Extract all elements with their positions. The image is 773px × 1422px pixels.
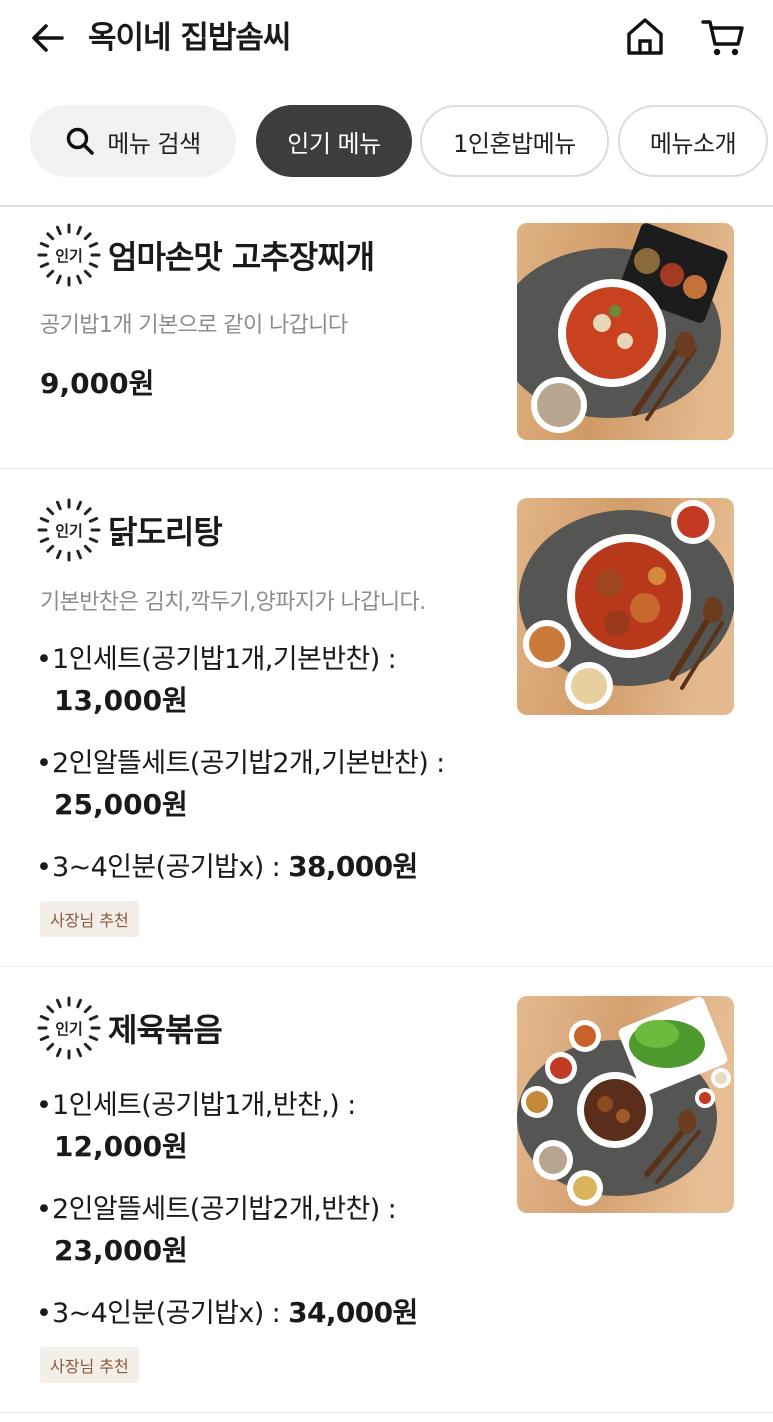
- back-arrow-icon[interactable]: [28, 18, 68, 58]
- menu-search-button[interactable]: 메뉴 검색: [30, 105, 236, 177]
- option-line: •2인알뜰세트(공기밥2개,기본반찬) :: [36, 748, 445, 779]
- option-text: 3~4인분(공기밥x) :: [52, 852, 289, 883]
- tab-menu-intro[interactable]: 메뉴소개: [618, 105, 768, 177]
- owner-recommend-tag: 사장님 추천: [40, 901, 139, 937]
- option-price: 34,000원: [288, 1296, 418, 1329]
- store-title: 옥이네 집밥솜씨: [88, 20, 291, 56]
- menu-search-label: 메뉴 검색: [107, 129, 201, 158]
- item-divider: [0, 1412, 773, 1413]
- option-text: 2인알뜰세트(공기밥2개,기본반찬) :: [52, 748, 445, 779]
- item-photo[interactable]: [517, 498, 734, 715]
- item-description: 기본반찬은 김치,깍두기,양파지가 나갑니다.: [40, 590, 426, 615]
- popular-badge-icon: 인기: [36, 995, 102, 1061]
- popular-badge-icon: 인기: [36, 497, 102, 563]
- item-price: 9,000원: [40, 367, 155, 400]
- popular-badge-label: 인기: [55, 1019, 83, 1038]
- option-line: •3~4인분(공기밥x) : 34,000원: [36, 1296, 418, 1329]
- option-price: 12,000원: [54, 1130, 188, 1163]
- owner-recommend-tag: 사장님 추천: [40, 1347, 139, 1383]
- popular-badge-icon: 인기: [36, 222, 102, 288]
- option-price: 38,000원: [288, 850, 418, 883]
- item-photo[interactable]: [517, 996, 734, 1213]
- item-photo[interactable]: [517, 223, 734, 440]
- popular-badge-label: 인기: [55, 521, 83, 540]
- item-divider: [0, 468, 773, 469]
- popular-badge-label: 인기: [55, 246, 83, 265]
- item-description: 공기밥1개 기본으로 같이 나갑니다: [40, 313, 348, 338]
- option-price: 23,000원: [54, 1234, 188, 1267]
- option-text: 2인알뜰세트(공기밥2개,반찬) :: [52, 1194, 397, 1225]
- home-icon[interactable]: [622, 14, 668, 60]
- option-text: 1인세트(공기밥1개,반찬,) :: [52, 1090, 356, 1121]
- option-line: •1인세트(공기밥1개,기본반찬) :: [36, 644, 397, 675]
- search-icon: [67, 127, 95, 155]
- item-name: 엄마손맛 고추장찌개: [108, 238, 375, 276]
- option-text: 1인세트(공기밥1개,기본반찬) :: [52, 644, 397, 675]
- item-name: 닭도리탕: [108, 513, 223, 551]
- option-text: 3~4인분(공기밥x) :: [52, 1298, 289, 1329]
- tabs-divider: [0, 205, 773, 207]
- option-price: 25,000원: [54, 788, 188, 821]
- option-line: •1인세트(공기밥1개,반찬,) :: [36, 1090, 356, 1121]
- tab-popular-menu[interactable]: 인기 메뉴: [256, 105, 412, 177]
- cart-icon[interactable]: [700, 14, 746, 60]
- tab-solo-menu[interactable]: 1인혼밥메뉴: [420, 105, 609, 177]
- top-app-bar: 옥이네 집밥솜씨: [0, 0, 773, 80]
- item-name: 제육볶음: [108, 1011, 223, 1049]
- option-line: •2인알뜰세트(공기밥2개,반찬) :: [36, 1194, 397, 1225]
- item-divider: [0, 966, 773, 967]
- option-line: •3~4인분(공기밥x) : 38,000원: [36, 850, 418, 883]
- option-price: 13,000원: [54, 684, 188, 717]
- category-tabs: 메뉴 검색 인기 메뉴 1인혼밥메뉴 메뉴소개: [0, 105, 773, 177]
